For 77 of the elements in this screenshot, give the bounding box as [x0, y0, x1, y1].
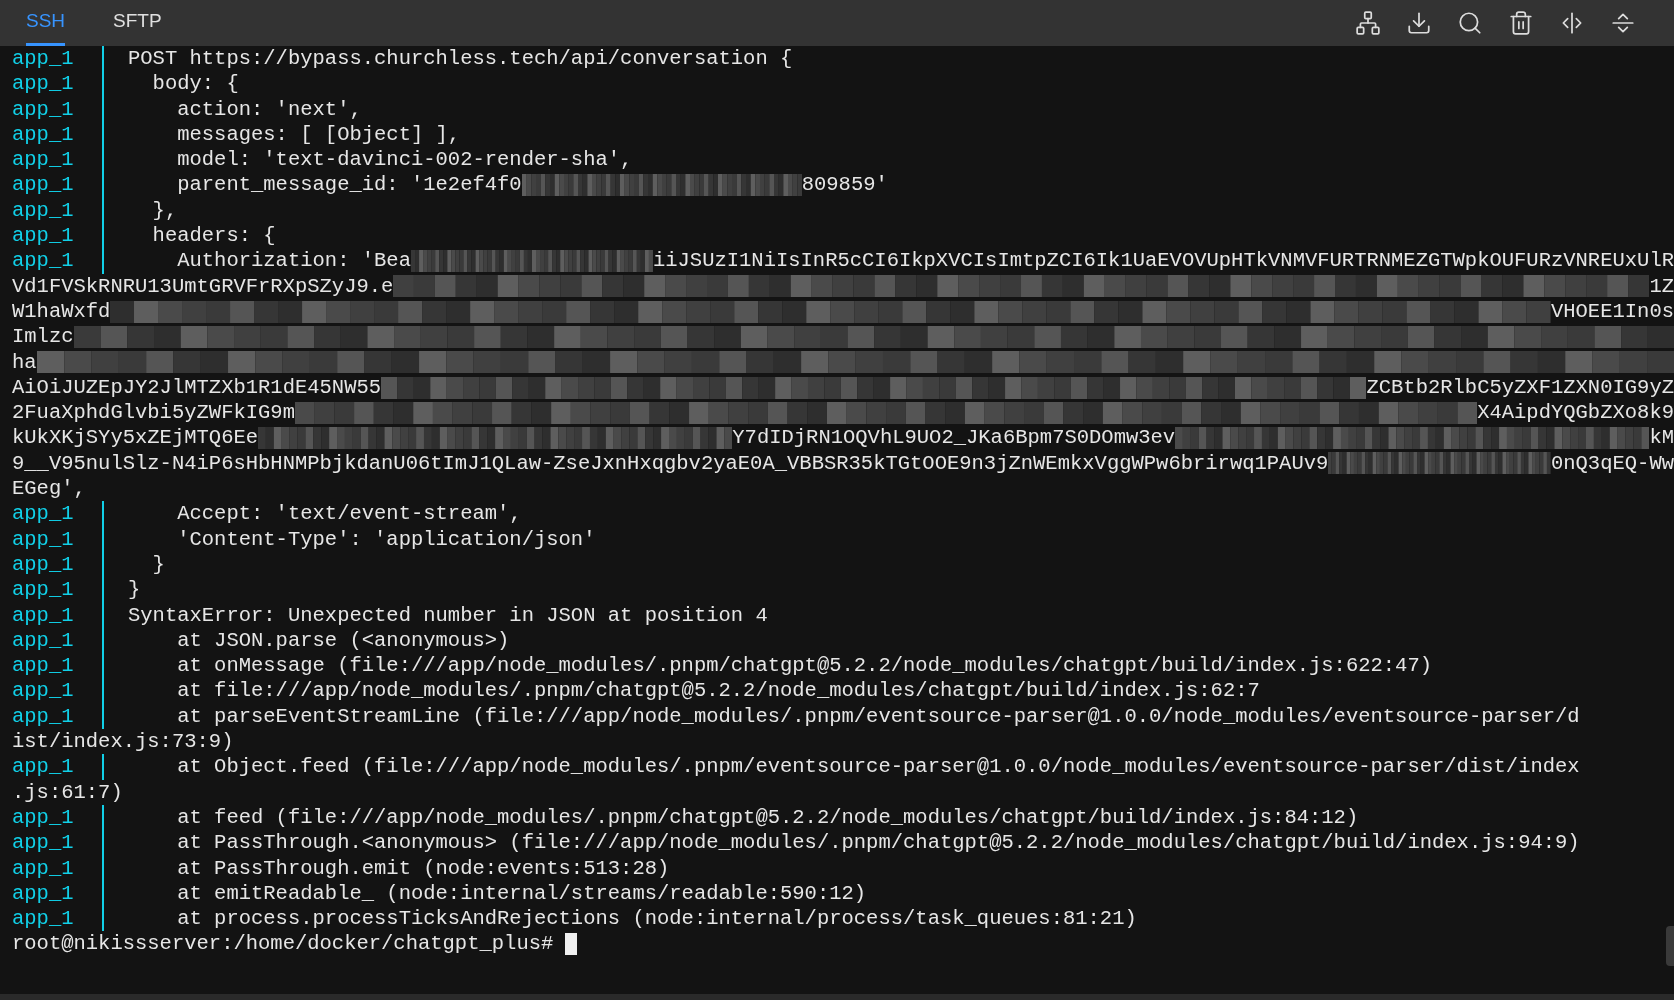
search-icon[interactable] [1457, 10, 1483, 36]
log-text: AiOiJUZEpJY2JlMTZXb1R1dE45NW55 [12, 374, 382, 401]
log-text: at parseEventStreamLine (file:///app/node_modules/.pnpm/eventsource-parser@1.0.0/node_modules/eventsource-parser/d [176, 703, 1580, 729]
log-text: ist/index.js:73:9) [12, 729, 234, 755]
log-text: at PassThrough.emit (node:events:513:28) [176, 855, 670, 881]
log-text: 1Z [1649, 273, 1674, 299]
log-text: } [151, 551, 165, 578]
cursor [565, 933, 578, 956]
log-text: .js:61:7) [12, 779, 123, 805]
log-text: messages: [ [Object] ], [176, 121, 461, 148]
log-text: ha [12, 349, 37, 375]
log-text: body: { [151, 71, 239, 97]
log-text: action: 'next', [176, 96, 362, 122]
log-text: Imlzc [12, 324, 74, 350]
container-label: app_1 [12, 830, 75, 856]
log-text: } [128, 577, 141, 603]
trash-icon[interactable] [1508, 10, 1534, 36]
container-label: app_1 [12, 71, 75, 97]
container-label: app_1 [12, 653, 75, 679]
container-label: app_1 [12, 96, 75, 122]
container-label: app_1 [12, 46, 75, 72]
download-icon[interactable] [1406, 10, 1432, 36]
container-label: app_1 [12, 248, 75, 274]
container-label: app_1 [12, 678, 75, 704]
container-label: app_1 [12, 526, 75, 552]
container-label: app_1 [12, 121, 75, 148]
container-label: app_1 [12, 577, 75, 603]
log-text: ZCBtb2RlbC5yZXF1ZXN0IG9yZ [1366, 374, 1674, 401]
container-label: app_1 [12, 551, 75, 578]
container-label: app_1 [12, 703, 75, 729]
log-text: kM [1649, 425, 1674, 451]
container-label: app_1 [12, 880, 75, 907]
log-text: }, [151, 197, 178, 224]
log-text: X4AipdYQGbZXo8k9 [1477, 400, 1674, 426]
log-text: SyntaxError: Unexpected number in JSON at position 4 [128, 602, 768, 628]
container-label: app_1 [12, 602, 75, 628]
container-label: app_1 [12, 754, 75, 780]
log-text: Vd1FVSkRNRU13UmtGRVFrRXpSZyJ9.e [12, 273, 394, 299]
log-text: kUkXKjSYy5xZEjMTQ6Ee [12, 425, 259, 451]
container-label: app_1 [12, 855, 75, 881]
container-label: app_1 [12, 804, 75, 831]
log-text: at feed (file:///app/node_modules/.pnpm/chatgpt@5.2.2/node_modules/chatgpt/build/index.js:84:12) [176, 804, 1359, 831]
log-text: at emitReadable_ (node:internal/streams/readable:590:12) [176, 880, 867, 907]
log-text: headers: { [151, 223, 276, 249]
log-text: at process.processTicksAndRejections (node:internal/process/task_queues:81:21) [176, 906, 1137, 932]
scrollbar-thumb [1666, 926, 1674, 966]
container-label: app_1 [12, 147, 75, 173]
log-text: Authorization: 'Bea [176, 248, 411, 274]
log-text: 9__V95nulSlz-N4iP6sHbHNMPbjkdanU06tImJ1QLaw-ZseJxnHxqgbv2yaE0A_VBBSR35kTGtOOE9n3jZnWEmkxVggWPw6brirwq1PAUv9 [12, 450, 1329, 477]
tab[interactable]: SFTP [113, 0, 162, 46]
container-label: app_1 [12, 172, 75, 198]
container-label: app_1 [12, 501, 75, 527]
log-text: POST https://bypass.churchless.tech/api/conversation { [128, 46, 793, 72]
log-text: iiJSUzI1NiIsInR5cCI6IkpXVCIsImtpZCI6Ik1UaEVOVUpHTkVNMVFURTRNMEZGTWpkOUFURzVNREUxUlR [652, 248, 1674, 274]
log-text: 'Content-Type': 'application/json' [176, 526, 596, 552]
log-text: at PassThrough.<anonymous> (file:///app/node_modules/.pnpm/chatgpt@5.2.2/node_modules/chatgpt/build/index.js:94:9) [176, 830, 1580, 856]
log-text: at file:///app/node_modules/.pnpm/chatgpt@5.2.2/node_modules/chatgpt/build/index.js:62:7 [176, 678, 1260, 704]
log-text: parent_message_id: '1e2ef4f0 [176, 172, 522, 198]
log-text: 809859' [801, 172, 888, 198]
log-text: at Object.feed (file:///app/node_modules/.pnpm/eventsource-parser@1.0.0/node_modules/eventsource-parser/dist/index [176, 754, 1580, 780]
log-text: at JSON.parse (<anonymous>) [176, 627, 510, 654]
container-label: app_1 [12, 627, 75, 654]
log-text: 0nQ3qEQ-Ww [1550, 450, 1674, 477]
log-text: 2FuaXphdGlvbi5yZWFkIG9m [12, 400, 295, 426]
log-text: EGeg', [12, 476, 86, 502]
log-text: VHOEE1In0s [1550, 298, 1674, 325]
shell-prompt: root@nikissserver:/home/docker/chatgpt_plus# [12, 931, 554, 957]
log-text: W1haWxfd [12, 298, 111, 325]
container-label: app_1 [12, 197, 75, 224]
container-label: app_1 [12, 223, 75, 249]
container-label: app_1 [12, 906, 75, 932]
tab[interactable]: SSH [26, 0, 66, 46]
log-text: at onMessage (file:///app/node_modules/.pnpm/chatgpt@5.2.2/node_modules/chatgpt/build/index.js:622:47) [176, 653, 1432, 679]
log-text: Accept: 'text/event-stream', [176, 501, 522, 527]
log-text: Y7dIDjRN1OQVhL9UO2_JKa6Bpm7S0DOmw3ev [732, 425, 1176, 451]
log-text: model: 'text-davinci-002-render-sha', [176, 147, 633, 173]
network-icon[interactable] [1355, 10, 1381, 36]
